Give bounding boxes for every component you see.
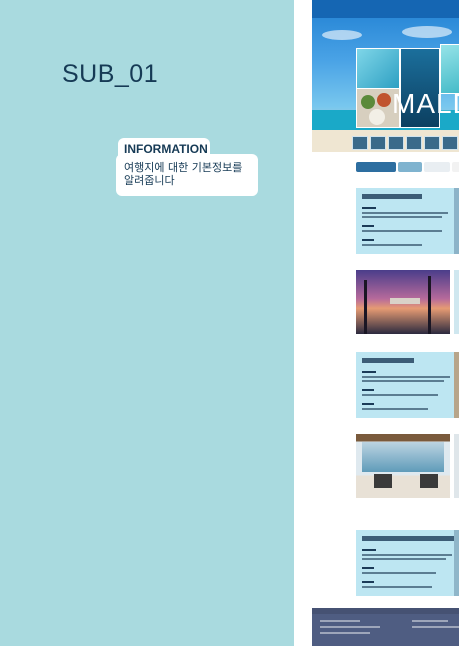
side-photo-edge: [454, 188, 459, 254]
tab-secondary[interactable]: [424, 162, 450, 172]
card-text-block: [362, 572, 436, 574]
card-subheading-block: [362, 581, 374, 583]
card-subheading-block: [362, 207, 376, 209]
card-heading-block: [362, 194, 422, 199]
food-plate: [377, 93, 391, 107]
cloud-shape: [322, 30, 362, 40]
photo-water: [440, 44, 459, 94]
info-card-2: [356, 352, 459, 418]
card-text-block: [362, 380, 444, 382]
palm-trunk: [364, 280, 367, 334]
photo-villa-interior: [356, 434, 450, 498]
side-photo-edge: [454, 530, 459, 596]
quick-icon[interactable]: [352, 136, 368, 150]
card-heading-block: [362, 358, 414, 363]
quick-icon[interactable]: [406, 136, 422, 150]
page-preview-panel: MALDIVES: [294, 0, 459, 646]
card-text-block: [362, 394, 438, 396]
card-subheading-block: [362, 567, 374, 569]
tab-info[interactable]: [356, 162, 396, 172]
card-subheading-block: [362, 239, 374, 241]
card-heading-block: [362, 536, 454, 541]
photo-lagoon: [356, 48, 400, 90]
information-description: 여행지에 대한 기본정보를 알려줍니다: [116, 154, 258, 196]
left-description-panel: SUB_01 INFORMATION 여행지에 대한 기본정보를 알려줍니다: [0, 0, 294, 646]
page-title: SUB_01: [62, 60, 159, 88]
food-plate: [361, 95, 375, 109]
card-subheading-block: [362, 389, 374, 391]
card-text-block: [362, 244, 422, 246]
footer-text-line: [320, 632, 370, 634]
chair-shape: [420, 474, 438, 488]
tab-icon[interactable]: [398, 162, 422, 172]
footer-nav-bar: [312, 608, 459, 614]
footer-text-line: [412, 626, 459, 628]
card-text-block: [362, 230, 442, 232]
photo-sunset-palms: [356, 270, 450, 334]
food-plate: [369, 109, 385, 125]
info-card-1: [356, 188, 459, 254]
chair-shape: [374, 474, 392, 488]
page-footer: [312, 608, 459, 646]
card-text-block: [362, 558, 446, 560]
card-subheading-block: [362, 549, 376, 551]
cloud-shape: [402, 26, 452, 38]
palm-trunk: [428, 276, 431, 334]
page-mockup: MALDIVES: [312, 0, 459, 646]
card-text-block: [362, 586, 432, 588]
card-subheading-block: [362, 403, 374, 405]
top-nav-bar: [312, 0, 459, 18]
hero-title: MALDIVES: [392, 88, 459, 119]
footer-text-line: [412, 620, 448, 622]
quick-icon[interactable]: [424, 136, 440, 150]
tab-more[interactable]: [452, 162, 459, 172]
hero-banner: MALDIVES: [312, 0, 459, 152]
info-card-3: [356, 530, 459, 596]
footer-text-line: [320, 626, 380, 628]
card-text-block: [362, 408, 428, 410]
canopy-shape: [390, 298, 420, 304]
quick-icon[interactable]: [442, 136, 458, 150]
quick-icon-row: [352, 136, 459, 150]
description-line-1: 여행지에 대한 기본정보를: [124, 161, 243, 174]
quick-icon[interactable]: [388, 136, 404, 150]
window-view: [362, 442, 444, 472]
quick-icon[interactable]: [370, 136, 386, 150]
card-text-block: [362, 376, 450, 378]
side-panel-edge: [454, 270, 459, 334]
card-text-block: [362, 216, 442, 218]
footer-text-line: [320, 620, 360, 622]
card-text-block: [362, 212, 448, 214]
side-panel-edge: [454, 434, 459, 498]
card-subheading-block: [362, 371, 376, 373]
card-subheading-block: [362, 225, 374, 227]
description-line-2: 알려줍니다: [124, 174, 175, 187]
side-photo-edge: [454, 352, 459, 418]
card-text-block: [362, 554, 452, 556]
